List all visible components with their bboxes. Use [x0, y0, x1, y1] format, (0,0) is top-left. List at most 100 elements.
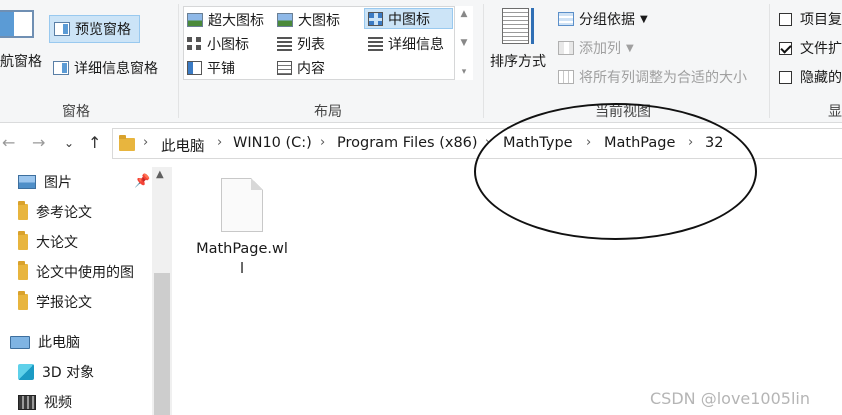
file-extensions-checkbox[interactable]: [779, 41, 792, 55]
3d-objects-icon: [18, 364, 34, 380]
nav-pane-scrollbar[interactable]: ▲: [152, 167, 172, 415]
scrollbar-thumb[interactable]: [154, 273, 170, 415]
preview-pane-label: 预览窗格: [75, 22, 131, 38]
nav-item-pictures[interactable]: 图片: [18, 170, 72, 194]
breadcrumb-program-files[interactable]: Program Files (x86): [337, 135, 478, 151]
hidden-items-toggle[interactable]: 隐藏的: [779, 67, 842, 87]
group-by-button[interactable]: 分组依据 ▼: [558, 8, 648, 30]
scroll-down-icon[interactable]: ▼: [461, 38, 468, 48]
nav-item-reference-papers[interactable]: 参考论文: [18, 200, 92, 224]
navigation-pane-button[interactable]: 航窗格: [0, 51, 42, 71]
chevron-right-icon[interactable]: ›: [217, 135, 222, 150]
layout-list[interactable]: 列表: [277, 33, 347, 54]
content-icon: [277, 60, 292, 75]
nav-item-label: 学报论文: [36, 295, 92, 311]
chevron-right-icon[interactable]: ›: [485, 135, 490, 150]
large-icons-icon: [277, 12, 293, 27]
nav-item-label: 3D 对象: [42, 365, 95, 381]
nav-item-3d-objects[interactable]: 3D 对象: [18, 360, 94, 384]
folder-icon: [18, 231, 28, 250]
layout-item-label: 小图标: [207, 36, 249, 53]
videos-icon: [18, 394, 36, 410]
dropdown-arrow-icon: ▼: [626, 42, 634, 54]
hidden-items-checkbox[interactable]: [779, 70, 792, 84]
nav-item-label: 视频: [44, 395, 72, 411]
sort-by-button[interactable]: 排序方式: [490, 51, 546, 71]
forward-icon[interactable]: →: [32, 133, 45, 152]
group-divider: [178, 4, 179, 118]
nav-item-label: 图片: [44, 175, 72, 191]
group-by-icon: [558, 12, 574, 26]
group-label-show-hide: 显: [828, 104, 842, 120]
details-pane-icon: [53, 61, 69, 75]
pictures-icon: [18, 175, 36, 189]
chevron-right-icon[interactable]: ›: [320, 135, 325, 150]
scroll-up-icon[interactable]: ▲: [156, 169, 164, 180]
expand-gallery-icon[interactable]: ▾: [462, 67, 467, 77]
preview-pane-button[interactable]: 预览窗格: [49, 15, 140, 43]
file-item[interactable]: MathPage.wll: [196, 178, 288, 282]
tiles-icon: [187, 60, 202, 75]
group-label-layout: 布局: [314, 104, 342, 120]
extra-large-icons-icon: [187, 12, 203, 27]
layout-tiles[interactable]: 平铺: [187, 57, 257, 78]
file-extensions-toggle[interactable]: 文件扩: [779, 38, 842, 58]
add-column-label: 添加列: [579, 41, 621, 57]
add-column-button[interactable]: 添加列 ▼: [558, 37, 634, 59]
recent-locations-icon[interactable]: ⌄: [64, 136, 74, 150]
nav-item-thesis[interactable]: 大论文: [18, 230, 78, 254]
breadcrumb-32[interactable]: 32: [705, 135, 723, 151]
layout-small-icons[interactable]: 小图标: [187, 33, 267, 54]
group-divider: [483, 4, 484, 118]
group-by-label: 分组依据: [579, 12, 635, 28]
navigation-pane-icon[interactable]: [0, 10, 34, 38]
layout-extra-large-icons[interactable]: 超大图标: [187, 9, 275, 30]
add-column-icon: [558, 41, 574, 55]
layout-item-label: 详细信息: [388, 36, 444, 53]
layout-large-icons[interactable]: 大图标: [277, 9, 357, 30]
details-icon: [368, 36, 383, 51]
group-label-current-view: 当前视图: [595, 104, 651, 120]
folder-icon: [18, 261, 28, 280]
chevron-right-icon[interactable]: ›: [688, 135, 693, 150]
nav-item-label: 此电脑: [38, 335, 80, 351]
nav-item-figures[interactable]: 论文中使用的图: [18, 260, 134, 284]
item-checkboxes-checkbox[interactable]: [779, 12, 792, 26]
file-extensions-label: 文件扩: [800, 41, 842, 57]
layout-gallery-scroll[interactable]: ▲ ▼ ▾: [454, 6, 473, 80]
ribbon: 航窗格 预览窗格 详细信息窗格 窗格 超大图标 大图标 中图标 小图标 列表 详…: [0, 0, 842, 123]
group-label-panes: 窗格: [62, 104, 90, 120]
details-pane-label: 详细信息窗格: [74, 61, 158, 77]
layout-medium-icons[interactable]: 中图标: [364, 8, 453, 29]
layout-item-label: 中图标: [388, 11, 430, 28]
back-icon[interactable]: ←: [2, 133, 15, 152]
details-pane-button[interactable]: 详细信息窗格: [53, 56, 173, 80]
nav-item-journal-papers[interactable]: 学报论文: [18, 290, 92, 314]
item-checkboxes-label: 项目复: [800, 12, 842, 28]
address-bar[interactable]: › 此电脑 › WIN10 (C:) › Program Files (x86)…: [112, 128, 842, 159]
breadcrumb-mathtype[interactable]: MathType: [503, 135, 573, 151]
layout-item-label: 超大图标: [208, 12, 264, 29]
layout-details[interactable]: 详细信息: [368, 33, 454, 54]
scroll-up-icon[interactable]: ▲: [461, 9, 468, 19]
up-icon[interactable]: ↑: [88, 133, 101, 152]
chevron-right-icon[interactable]: ›: [586, 135, 591, 150]
size-all-columns-label: 将所有列调整为合适的大小: [579, 70, 747, 86]
layout-content[interactable]: 内容: [277, 57, 347, 78]
group-divider: [769, 4, 770, 118]
nav-item-videos[interactable]: 视频: [18, 390, 72, 414]
nav-item-this-pc[interactable]: 此电脑: [10, 330, 80, 354]
folder-icon: [18, 291, 28, 310]
nav-item-label: 论文中使用的图: [36, 265, 134, 281]
item-checkboxes-toggle[interactable]: 项目复: [779, 9, 842, 29]
size-all-columns-button[interactable]: 将所有列调整为合适的大小: [558, 66, 747, 88]
breadcrumb-mathpage[interactable]: MathPage: [604, 135, 675, 151]
chevron-right-icon[interactable]: ›: [143, 135, 148, 150]
sort-by-icon[interactable]: [500, 6, 540, 48]
breadcrumb-drive[interactable]: WIN10 (C:): [233, 135, 312, 151]
pin-icon[interactable]: 📌: [134, 174, 150, 189]
list-icon: [277, 36, 292, 51]
breadcrumb-this-pc[interactable]: 此电脑: [161, 135, 205, 156]
layout-item-label: 列表: [297, 36, 325, 53]
layout-item-label: 平铺: [207, 60, 235, 77]
